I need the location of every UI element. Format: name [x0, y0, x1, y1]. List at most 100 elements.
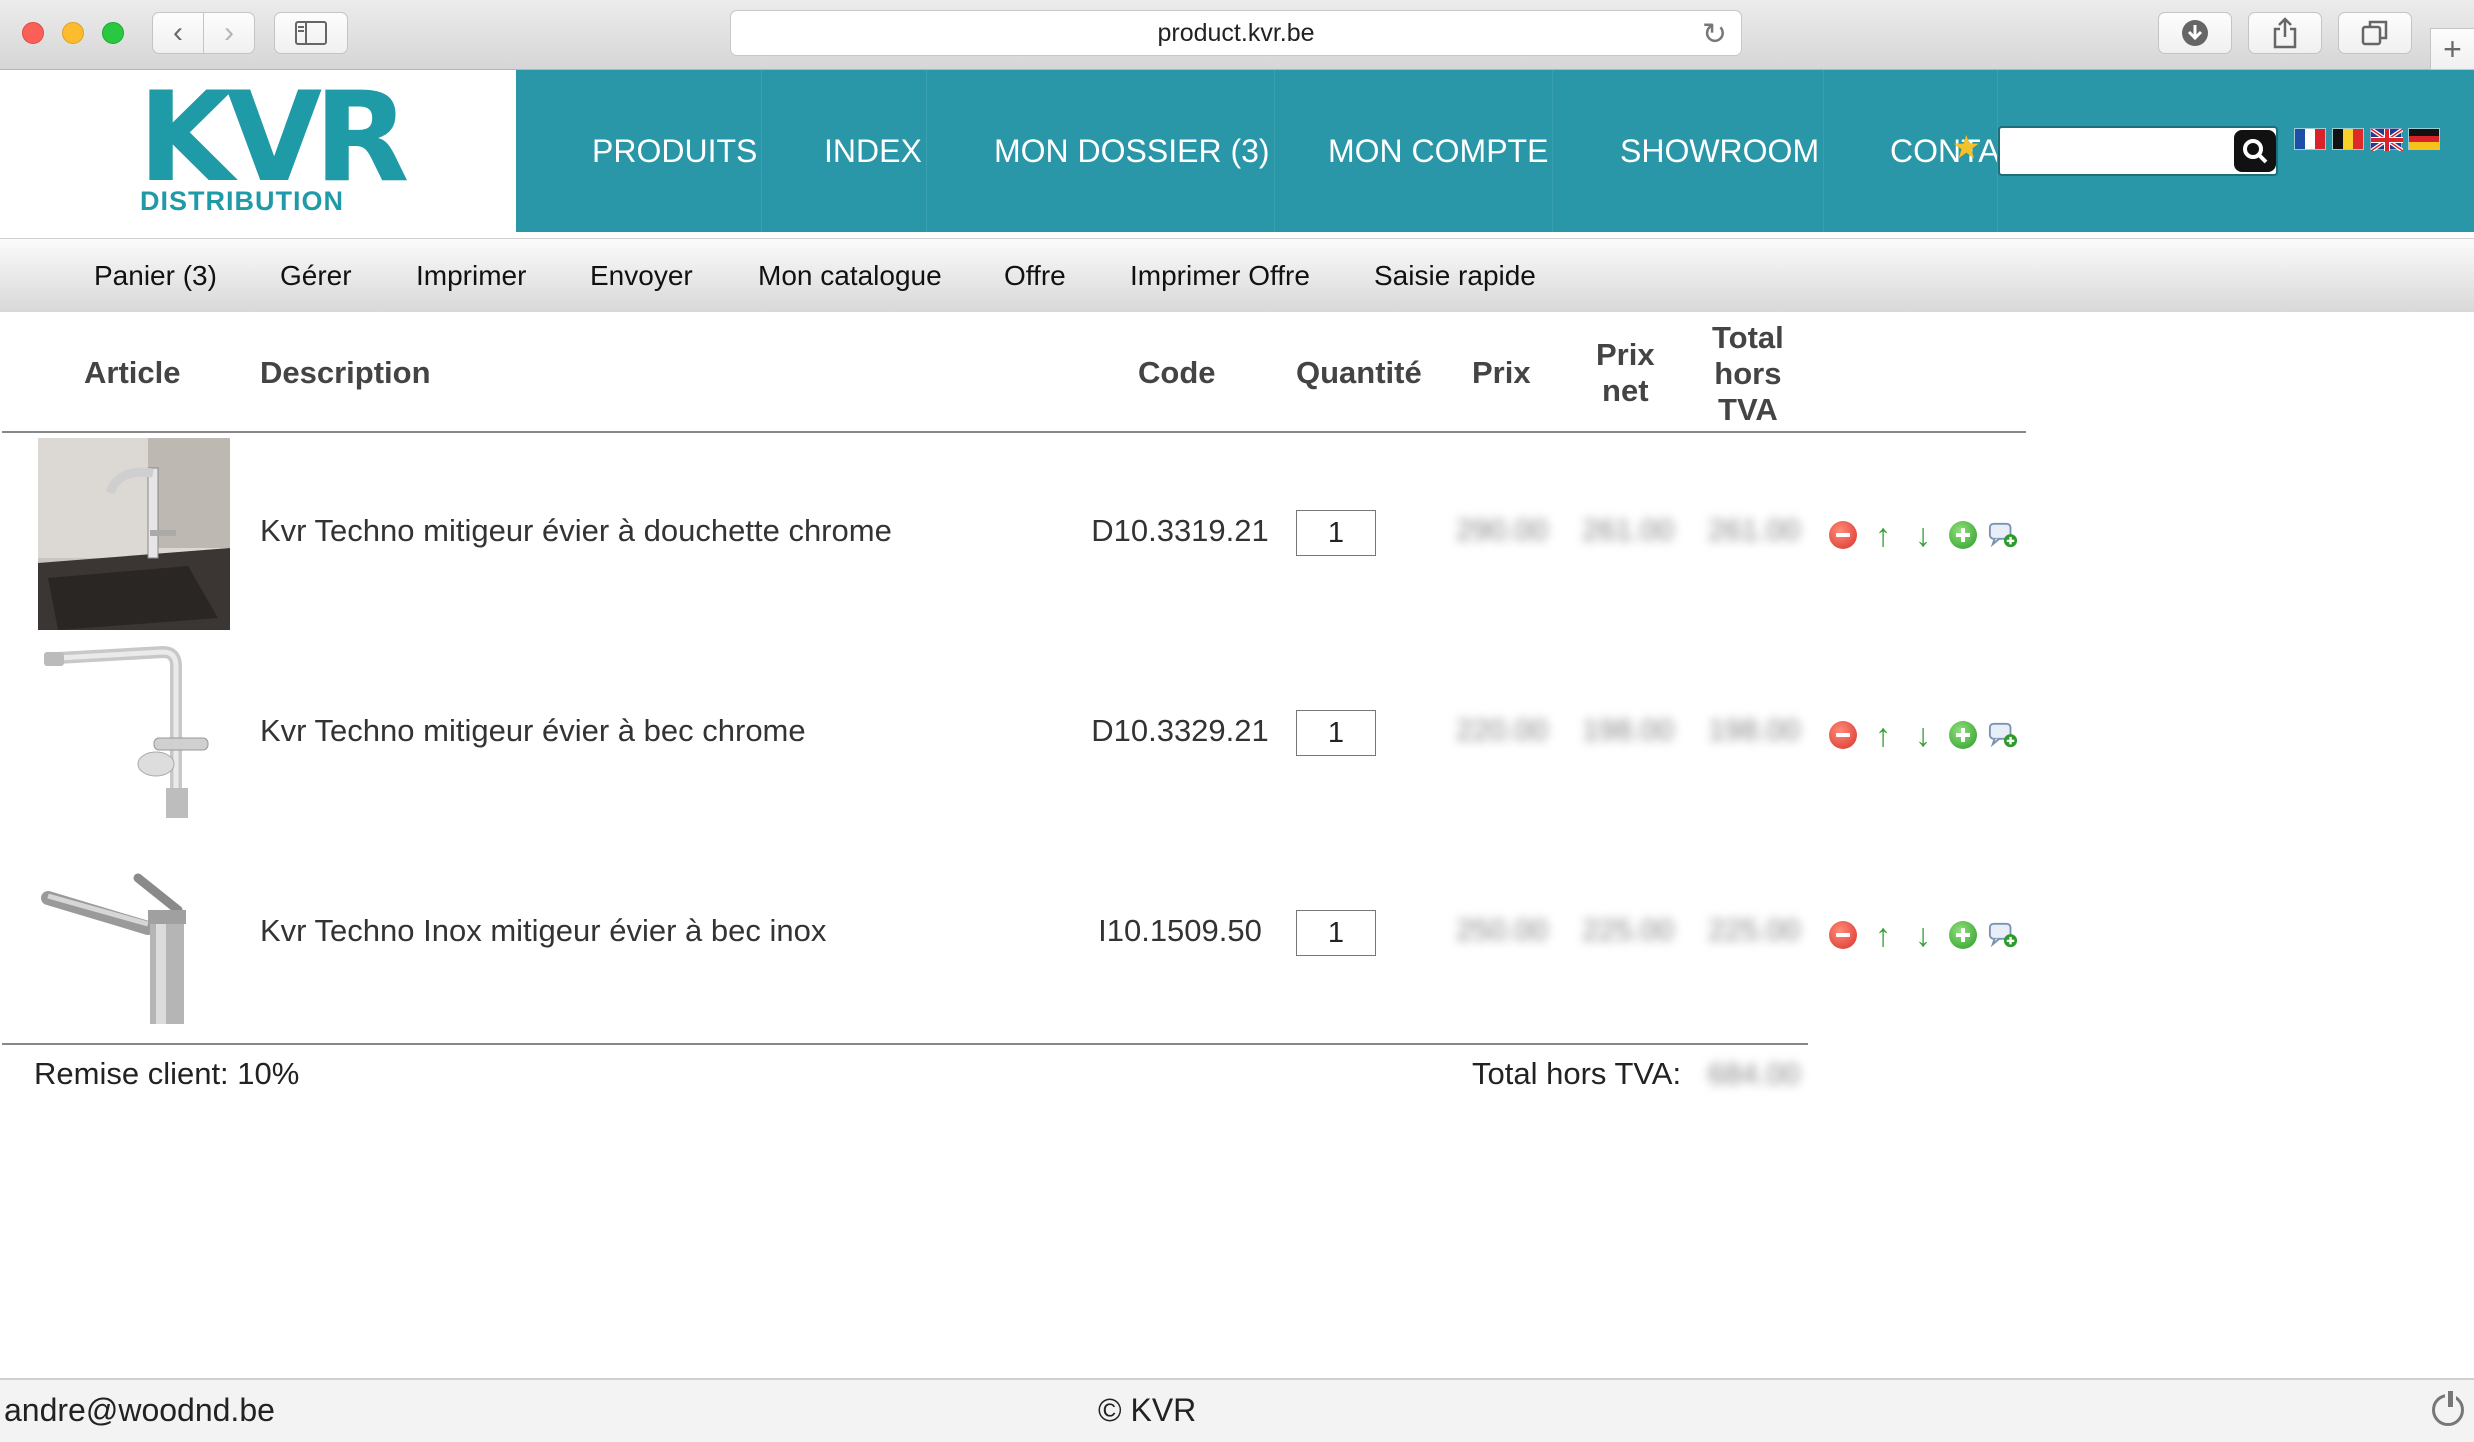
add-item-button[interactable]	[1948, 520, 1978, 550]
comment-add-icon	[1988, 922, 2018, 948]
logout-power-icon[interactable]	[2432, 1391, 2464, 1426]
browser-toolbar: ‹ › product.kvr.be ↻ +	[0, 0, 2474, 70]
remove-item-button[interactable]	[1828, 920, 1858, 950]
flag-fr-icon[interactable]	[2294, 128, 2326, 150]
chevron-left-icon: ‹	[173, 16, 183, 49]
add-to-catalogue-button[interactable]	[1988, 720, 2018, 750]
user-email: andre@woodnd.be	[4, 1392, 275, 1428]
nav-index[interactable]: INDEX	[820, 70, 927, 232]
product-description: Kvr Techno mitigeur évier à douchette ch…	[260, 513, 892, 548]
submenu-imprimer-offre[interactable]: Imprimer Offre	[1130, 239, 1310, 313]
add-item-button[interactable]	[1948, 920, 1978, 950]
flag-uk-icon[interactable]	[2370, 128, 2403, 151]
table-row: Kvr Techno mitigeur évier à bec chrome D…	[0, 638, 2030, 838]
close-window-button[interactable]	[22, 22, 44, 44]
product-image-inox[interactable]	[38, 838, 230, 1030]
move-down-button[interactable]: ↓	[1908, 717, 1938, 753]
address-bar[interactable]: product.kvr.be ↻	[730, 10, 1742, 56]
table-row: Kvr Techno Inox mitigeur évier à bec ino…	[0, 838, 2030, 1038]
nav-showroom[interactable]: SHOWROOM	[1616, 70, 1825, 232]
arrow-down-icon: ↓	[1915, 917, 1931, 953]
grand-total-value: 684.00	[1708, 1058, 1800, 1091]
submenu-gerer[interactable]: Gérer	[280, 239, 352, 313]
minimize-window-button[interactable]	[62, 22, 84, 44]
nav-contact[interactable]: CONTA	[1886, 70, 1998, 232]
header-prix-net-line2: net	[1602, 373, 1649, 408]
header-prix-net-line1: Prix	[1596, 337, 1655, 372]
arrow-down-icon: ↓	[1915, 717, 1931, 753]
submenu-offre[interactable]: Offre	[1004, 239, 1066, 313]
header-total-line2: hors	[1714, 356, 1782, 391]
header-description: Description	[260, 355, 431, 390]
add-to-catalogue-button[interactable]	[1988, 920, 2018, 950]
move-up-button[interactable]: ↑	[1868, 717, 1898, 753]
product-code: I10.1509.50	[1098, 913, 1262, 948]
total-value: 225.00	[1708, 914, 1800, 947]
favorite-star-icon[interactable]: ★	[1952, 128, 1981, 166]
row-actions: ↑ ↓	[1828, 917, 2018, 953]
arrow-up-icon: ↑	[1875, 517, 1891, 553]
net-price-value: 261.00	[1582, 514, 1674, 547]
add-item-button[interactable]	[1948, 720, 1978, 750]
back-button[interactable]: ‹	[152, 12, 204, 54]
submenu-saisie-rapide[interactable]: Saisie rapide	[1374, 239, 1536, 313]
price-value: 220.00	[1456, 714, 1548, 747]
kvr-logo[interactable]: KVR DISTRIBUTION	[138, 76, 410, 216]
product-image-bec[interactable]	[38, 638, 230, 830]
move-down-button[interactable]: ↓	[1908, 517, 1938, 553]
product-image-douchette[interactable]	[38, 438, 230, 630]
header-total-line1: Total	[1712, 320, 1784, 355]
net-price-value: 225.00	[1582, 914, 1674, 947]
show-tabs-button[interactable]	[2338, 12, 2412, 54]
move-up-button[interactable]: ↑	[1868, 917, 1898, 953]
url-text: product.kvr.be	[1157, 18, 1315, 47]
header-divider	[2, 431, 2026, 433]
product-code: D10.3319.21	[1091, 513, 1269, 548]
search-button[interactable]	[2234, 130, 2276, 172]
product-code: D10.3329.21	[1091, 713, 1269, 748]
plus-circle-icon	[1949, 521, 1977, 549]
quantity-input[interactable]: 1	[1296, 910, 1376, 956]
zoom-window-button[interactable]	[102, 22, 124, 44]
submenu-panier[interactable]: Panier (3)	[94, 239, 217, 313]
add-to-catalogue-button[interactable]	[1988, 520, 2018, 550]
download-icon	[2182, 20, 2208, 46]
row-actions: ↑ ↓	[1828, 517, 2018, 553]
flag-de-icon[interactable]	[2408, 128, 2440, 150]
header-quantite: Quantité	[1296, 355, 1422, 390]
submenu-imprimer[interactable]: Imprimer	[416, 239, 526, 313]
total-value: 261.00	[1708, 514, 1800, 547]
nav-mon-dossier[interactable]: MON DOSSIER (3)	[990, 70, 1275, 232]
product-description: Kvr Techno mitigeur évier à bec chrome	[260, 713, 806, 748]
site-header: KVR DISTRIBUTION PRODUITS INDEX MON DOSS…	[0, 70, 2474, 232]
nav-produits[interactable]: PRODUITS	[588, 70, 763, 232]
cart-submenu: Panier (3) Gérer Imprimer Envoyer Mon ca…	[0, 238, 2474, 312]
arrow-up-icon: ↑	[1875, 717, 1891, 753]
language-flags	[2294, 128, 2440, 151]
submenu-mon-catalogue[interactable]: Mon catalogue	[758, 239, 942, 313]
comment-add-icon	[1988, 522, 2018, 548]
nav-mon-compte[interactable]: MON COMPTE	[1324, 70, 1554, 232]
downloads-button[interactable]	[2158, 12, 2232, 54]
arrow-up-icon: ↑	[1875, 917, 1891, 953]
arrow-down-icon: ↓	[1915, 517, 1931, 553]
quantity-input[interactable]: 1	[1296, 710, 1376, 756]
move-down-button[interactable]: ↓	[1908, 917, 1938, 953]
remove-item-button[interactable]	[1828, 720, 1858, 750]
plus-icon: +	[2443, 30, 2462, 67]
price-value: 290.00	[1456, 514, 1548, 547]
submenu-envoyer[interactable]: Envoyer	[590, 239, 693, 313]
header-prix-net: Prix net	[1596, 337, 1655, 409]
quantity-input[interactable]: 1	[1296, 510, 1376, 556]
sidebar-toggle-button[interactable]	[274, 12, 348, 54]
reload-icon[interactable]: ↻	[1702, 17, 1727, 52]
forward-button[interactable]: ›	[203, 12, 255, 54]
move-up-button[interactable]: ↑	[1868, 517, 1898, 553]
remove-item-button[interactable]	[1828, 520, 1858, 550]
flag-be-icon[interactable]	[2332, 128, 2364, 150]
comment-add-icon	[1988, 722, 2018, 748]
share-button[interactable]	[2248, 12, 2322, 54]
new-tab-button[interactable]: +	[2430, 28, 2474, 70]
net-price-value: 198.00	[1582, 714, 1674, 747]
plus-circle-icon	[1949, 921, 1977, 949]
